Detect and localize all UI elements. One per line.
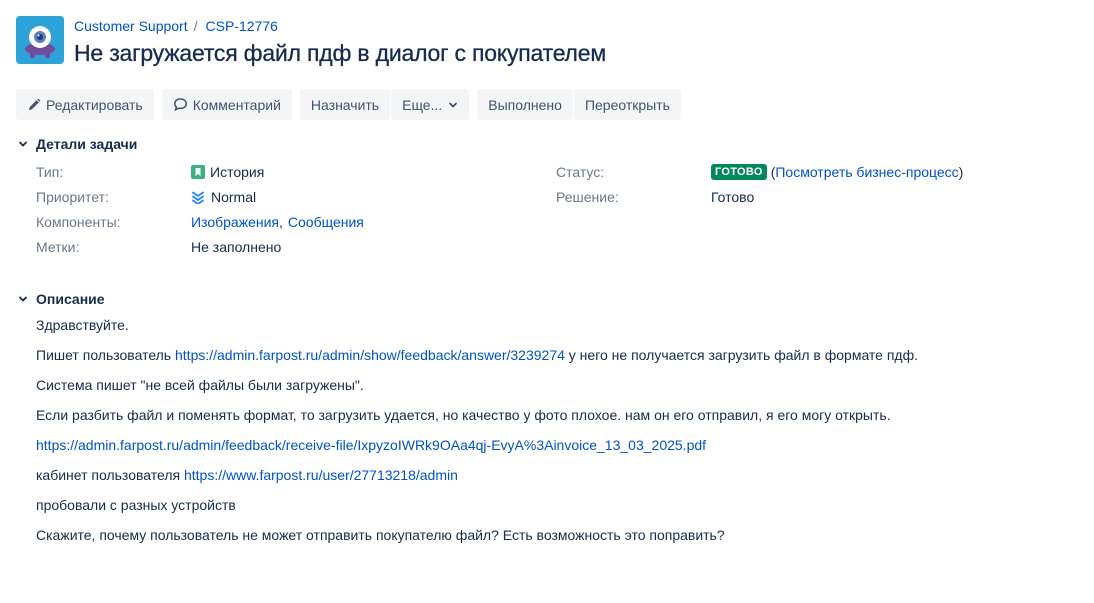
details-heading: Детали задачи (36, 136, 138, 152)
type-value-text: История (210, 164, 265, 180)
issue-header: Customer Support / CSP-12776 Не загружае… (16, 16, 606, 67)
breadcrumb-issue-key-link[interactable]: CSP-12776 (206, 18, 278, 34)
description-line: Скажите, почему пользователь не может от… (36, 527, 725, 543)
project-avatar-icon[interactable] (16, 16, 64, 64)
priority-value: Normal (191, 189, 256, 205)
description-text: кабинет пользователя (36, 467, 184, 483)
issue-toolbar: Редактировать Комментарий Назначить Еще.… (16, 89, 681, 120)
more-actions-label: Еще... (402, 96, 443, 113)
details-section-toggle[interactable]: Детали задачи (16, 136, 137, 152)
page-title: Не загружается файл пдф в диалог с покуп… (74, 40, 606, 66)
status-label: Статус: (556, 164, 605, 180)
breadcrumb-project-link[interactable]: Customer Support (74, 18, 188, 34)
description-section-toggle[interactable]: Описание (16, 291, 105, 307)
component-separator: , (279, 214, 283, 230)
status-value: ГОТОВО ( Посмотреть бизнес-процесс ) (711, 164, 963, 180)
story-icon (191, 165, 205, 179)
user-cabinet-link[interactable]: https://www.farpost.ru/user/27713218/adm… (184, 467, 458, 483)
assign-button[interactable]: Назначить (299, 89, 391, 120)
labels-value: Не заполнено (191, 239, 282, 255)
breadcrumb: Customer Support / CSP-12776 (74, 16, 606, 36)
comment-icon (173, 97, 188, 112)
description-line: Если разбить файл и поменять формат, то … (36, 407, 891, 423)
paren-close: ) (958, 164, 964, 180)
description-text: Пишет пользователь (36, 347, 175, 363)
component-link-messages[interactable]: Сообщения (288, 214, 364, 230)
breadcrumb-separator: / (193, 18, 198, 34)
components-value: Изображения , Сообщения (191, 214, 364, 230)
type-value: История (191, 164, 264, 180)
description-line: кабинет пользователя https://www.farpost… (36, 465, 1076, 495)
more-actions-button[interactable]: Еще... (391, 89, 470, 120)
description-line: Здравствуйте. (36, 317, 129, 333)
resolution-value: Готово (711, 189, 755, 205)
priority-value-text: Normal (211, 189, 257, 205)
description-line: https://admin.farpost.ru/admin/feedback/… (36, 435, 1076, 465)
priority-normal-icon (191, 190, 205, 204)
description-text: у него не получается загрузить файл в фо… (564, 347, 919, 363)
description-body: Здравствуйте. Пишет пользователь https:/… (36, 315, 1076, 555)
done-button[interactable]: Выполнено (477, 89, 573, 120)
description-line: Пишет пользователь https://admin.farpost… (36, 345, 1076, 375)
comment-button[interactable]: Комментарий (161, 89, 292, 120)
component-link-images[interactable]: Изображения (191, 214, 279, 230)
pencil-icon (27, 98, 41, 112)
description-line: Система пишет "не всей файлы были загруж… (36, 377, 364, 393)
description-line: пробовали с разных устройств (36, 497, 236, 513)
resolution-label: Решение: (556, 189, 619, 205)
priority-label: Приоритет: (36, 189, 109, 205)
edit-button-label: Редактировать (46, 96, 143, 113)
edit-button[interactable]: Редактировать (16, 89, 154, 120)
view-workflow-link[interactable]: Посмотреть бизнес-процесс (775, 164, 958, 180)
status-badge: ГОТОВО (711, 164, 767, 180)
comment-button-label: Комментарий (192, 96, 281, 113)
chevron-down-icon (448, 100, 458, 110)
reopen-button[interactable]: Переоткрыть (573, 89, 681, 120)
labels-label: Метки: (36, 239, 80, 255)
type-label: Тип: (36, 164, 64, 180)
components-label: Компоненты: (36, 214, 121, 230)
feedback-answer-link[interactable]: https://admin.farpost.ru/admin/show/feed… (175, 347, 565, 363)
chevron-down-icon (16, 292, 30, 306)
chevron-down-icon (16, 137, 30, 151)
description-heading: Описание (36, 291, 105, 307)
invoice-file-link[interactable]: https://admin.farpost.ru/admin/feedback/… (36, 437, 706, 453)
